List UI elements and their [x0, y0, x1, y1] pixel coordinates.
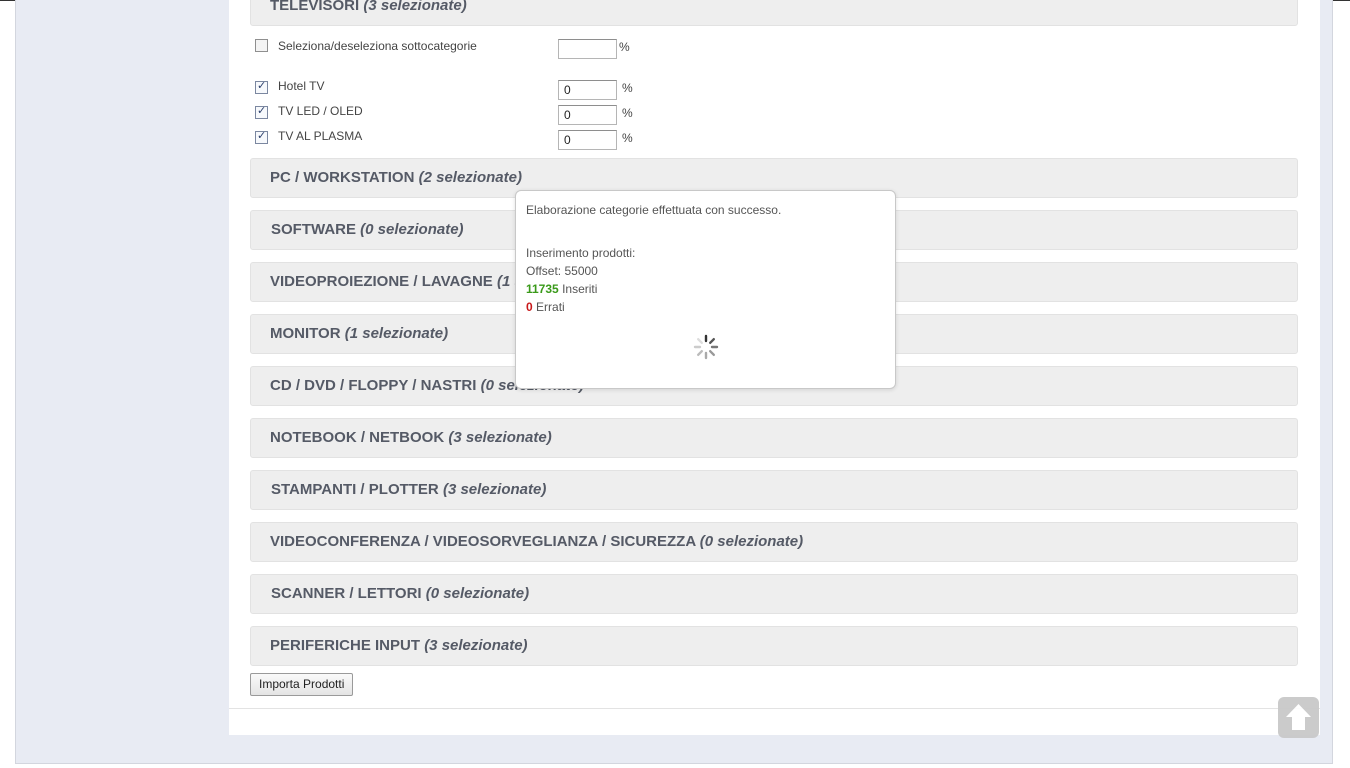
insert-title: Inserimento prodotti: [526, 246, 636, 260]
category-name: MONITOR [270, 325, 341, 342]
progress-dialog: Elaborazione categorie effettuata con su… [515, 190, 896, 389]
check-icon: ✓ [257, 129, 267, 142]
category-name: VIDEOPROIEZIONE / LAVAGNE [270, 273, 493, 290]
category-name: CD / DVD / FLOPPY / NASTRI [270, 377, 477, 394]
content-divider [229, 708, 1320, 709]
success-message: Elaborazione categorie effettuata con su… [526, 203, 782, 217]
errors-count: 0 [526, 300, 533, 314]
inserted-count: 11735 [526, 282, 559, 296]
category-name: NOTEBOOK / NETBOOK [270, 429, 445, 446]
offset-value: 55000 [564, 264, 598, 278]
select-all-checkbox[interactable] [255, 39, 268, 52]
category-count: (3 selezionate) [442, 481, 547, 498]
category-name: STAMPANTI / PLOTTER [271, 481, 439, 498]
subcategory-label: TV LED / OLED [278, 104, 363, 118]
percent-symbol: % [622, 81, 633, 95]
subcategory-checkbox[interactable]: ✓ [255, 79, 268, 94]
category-name: VIDEOCONFERENZA / VIDEOSORVEGLIANZA / SI… [270, 533, 696, 550]
category-header-periferiche[interactable]: PERIFERICHE INPUT (3 selezionate) [250, 626, 1298, 666]
percent-symbol: % [622, 131, 633, 145]
offset-label: Offset: [526, 264, 562, 278]
errors-line: 0 Errati [526, 300, 565, 314]
category-count: (3 selezionate) [424, 637, 528, 654]
category-header-stampanti[interactable]: STAMPANTI / PLOTTER (3 selezionate) [250, 470, 1298, 510]
inserted-label: Inseriti [562, 282, 598, 296]
subcategory-percent-input[interactable] [558, 105, 617, 125]
category-name: SCANNER / LETTORI [271, 585, 422, 602]
category-name: SOFTWARE [271, 221, 356, 238]
subcategory-checkbox[interactable]: ✓ [255, 104, 268, 119]
import-products-button[interactable]: Importa Prodotti [250, 673, 354, 696]
subcategory-percent-input[interactable] [558, 80, 617, 100]
subcategory-checkbox[interactable]: ✓ [255, 129, 268, 144]
percent-symbol: % [622, 106, 633, 120]
offset-line: Offset: 55000 [526, 264, 598, 278]
percent-symbol: % [619, 40, 630, 54]
category-count: (0 selezionate) [425, 585, 530, 602]
category-header-notebook[interactable]: NOTEBOOK / NETBOOK (3 selezionate) [250, 418, 1298, 458]
category-header-televisori[interactable]: TELEVISORI (3 selezionate) [250, 0, 1298, 26]
subcategory-percent-input[interactable] [558, 130, 617, 150]
loading-spinner-icon [693, 334, 719, 360]
category-count: (0 selezionate) [699, 533, 804, 550]
category-count: (1 selezionate) [344, 325, 449, 342]
category-header-scanner[interactable]: SCANNER / LETTORI (0 selezionate) [250, 574, 1298, 614]
category-count: (0 selezionate) [360, 221, 464, 238]
arrow-up-icon [1286, 704, 1311, 730]
category-header-videoconferenza[interactable]: VIDEOCONFERENZA / VIDEOSORVEGLIANZA / SI… [250, 522, 1298, 562]
category-name: TELEVISORI [270, 0, 360, 14]
errors-label: Errati [536, 300, 565, 314]
subcategory-label: Hotel TV [278, 79, 325, 93]
select-all-percent-input[interactable] [558, 39, 617, 59]
scroll-to-top-button[interactable] [1278, 697, 1319, 738]
category-name: PERIFERICHE INPUT [270, 637, 421, 654]
category-count: (3 selezionate) [363, 0, 467, 14]
inserted-line: 11735 Inseriti [526, 282, 597, 296]
select-all-label: Seleziona/deseleziona sottocategorie [278, 39, 477, 53]
category-name: PC / WORKSTATION [270, 169, 415, 186]
category-count: (2 selezionate) [418, 169, 522, 186]
category-count: (3 selezionate) [448, 429, 552, 446]
check-icon: ✓ [257, 104, 267, 117]
subcategory-label: TV AL PLASMA [278, 129, 363, 143]
check-icon: ✓ [257, 79, 267, 92]
